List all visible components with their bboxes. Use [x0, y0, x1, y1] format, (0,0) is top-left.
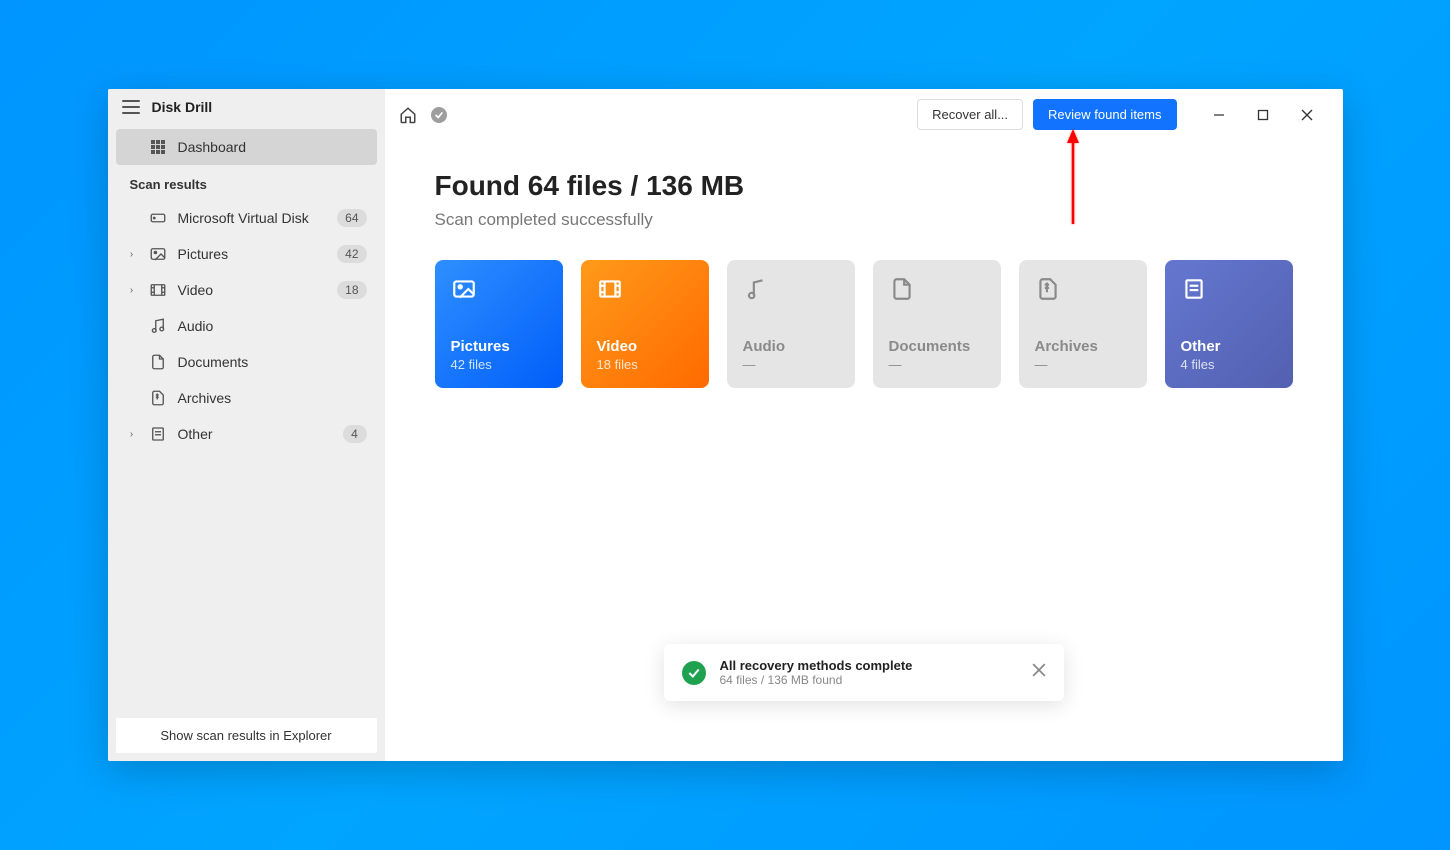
sidebar-item-label: Other: [178, 426, 333, 442]
aud-icon: [743, 276, 769, 302]
sidebar-item-documents[interactable]: Documents: [116, 344, 377, 380]
card-title: Documents: [889, 338, 985, 355]
card-title: Video: [597, 338, 693, 355]
card-title: Archives: [1035, 338, 1131, 355]
card-title: Audio: [743, 338, 839, 355]
card-subtitle: —: [743, 357, 839, 372]
toolbar: Recover all... Review found items: [385, 89, 1343, 140]
sidebar-item-archives[interactable]: Archives: [116, 380, 377, 416]
sidebar-item-label: Documents: [178, 354, 367, 370]
doc-icon: [889, 276, 915, 302]
sidebar: Disk Drill Dashboard Scan results Micros…: [108, 89, 385, 761]
page-title: Found 64 files / 136 MB: [435, 170, 1293, 202]
app-title: Disk Drill: [152, 99, 213, 115]
arc-icon: [148, 389, 168, 407]
pic-icon: [148, 245, 168, 263]
sidebar-item-label: Pictures: [178, 246, 328, 262]
doc-icon: [148, 353, 168, 371]
disk-icon: [148, 209, 168, 227]
sidebar-item-audio[interactable]: Audio: [116, 308, 377, 344]
grid-icon: [148, 139, 168, 155]
sidebar-item-video[interactable]: › Video 18: [116, 272, 377, 308]
home-icon[interactable]: [399, 106, 417, 124]
count-badge: 64: [337, 209, 366, 227]
sidebar-item-microsoft-virtual-disk[interactable]: Microsoft Virtual Disk 64: [116, 200, 377, 236]
sidebar-item-label: Microsoft Virtual Disk: [178, 210, 328, 226]
card-subtitle: —: [889, 357, 985, 372]
sidebar-header: Disk Drill: [108, 89, 385, 125]
card-title: Other: [1181, 338, 1277, 355]
category-card-other[interactable]: Other 4 files: [1165, 260, 1293, 388]
chevron-right-icon: ›: [126, 285, 138, 296]
oth-icon: [148, 425, 168, 443]
review-found-items-button[interactable]: Review found items: [1033, 99, 1176, 130]
vid-icon: [148, 281, 168, 299]
window-controls: [1197, 100, 1329, 130]
success-icon: [682, 661, 706, 685]
aud-icon: [148, 317, 168, 335]
card-subtitle: —: [1035, 357, 1131, 372]
check-badge-icon: [431, 107, 447, 123]
card-subtitle: 18 files: [597, 357, 693, 372]
sidebar-item-pictures[interactable]: › Pictures 42: [116, 236, 377, 272]
count-badge: 42: [337, 245, 366, 263]
vid-icon: [597, 276, 623, 302]
sidebar-item-label: Video: [178, 282, 328, 298]
minimize-button[interactable]: [1197, 100, 1241, 130]
sidebar-item-other[interactable]: › Other 4: [116, 416, 377, 452]
maximize-button[interactable]: [1241, 100, 1285, 130]
chevron-right-icon: ›: [126, 249, 138, 260]
toast-notification: All recovery methods complete 64 files /…: [664, 644, 1064, 701]
category-card-audio[interactable]: Audio —: [727, 260, 855, 388]
oth-icon: [1181, 276, 1207, 302]
toast-title: All recovery methods complete: [720, 658, 1018, 673]
main-area: Recover all... Review found items Found …: [385, 89, 1343, 761]
sidebar-section-header: Scan results: [116, 165, 377, 200]
card-subtitle: 42 files: [451, 357, 547, 372]
category-card-video[interactable]: Video 18 files: [581, 260, 709, 388]
card-title: Pictures: [451, 338, 547, 355]
toast-close-button[interactable]: [1032, 663, 1046, 682]
arc-icon: [1035, 276, 1061, 302]
page-subtitle: Scan completed successfully: [435, 210, 1293, 230]
app-window: Disk Drill Dashboard Scan results Micros…: [108, 89, 1343, 761]
show-in-explorer-button[interactable]: Show scan results in Explorer: [116, 718, 377, 753]
category-card-documents[interactable]: Documents —: [873, 260, 1001, 388]
close-button[interactable]: [1285, 100, 1329, 130]
category-card-archives[interactable]: Archives —: [1019, 260, 1147, 388]
count-badge: 4: [343, 425, 367, 443]
category-card-pictures[interactable]: Pictures 42 files: [435, 260, 563, 388]
count-badge: 18: [337, 281, 366, 299]
category-cards: Pictures42 filesVideo18 filesAudio—Docum…: [435, 260, 1293, 388]
sidebar-item-label: Audio: [178, 318, 367, 334]
chevron-right-icon: ›: [126, 429, 138, 440]
sidebar-item-dashboard[interactable]: Dashboard: [116, 129, 377, 165]
sidebar-item-label: Archives: [178, 390, 367, 406]
toast-subtitle: 64 files / 136 MB found: [720, 673, 1018, 687]
sidebar-item-label: Dashboard: [178, 139, 367, 155]
menu-icon[interactable]: [122, 100, 140, 114]
pic-icon: [451, 276, 477, 302]
sidebar-list: Dashboard Scan results Microsoft Virtual…: [108, 125, 385, 710]
sidebar-footer: Show scan results in Explorer: [108, 710, 385, 761]
recover-all-button[interactable]: Recover all...: [917, 99, 1023, 130]
card-subtitle: 4 files: [1181, 357, 1277, 372]
